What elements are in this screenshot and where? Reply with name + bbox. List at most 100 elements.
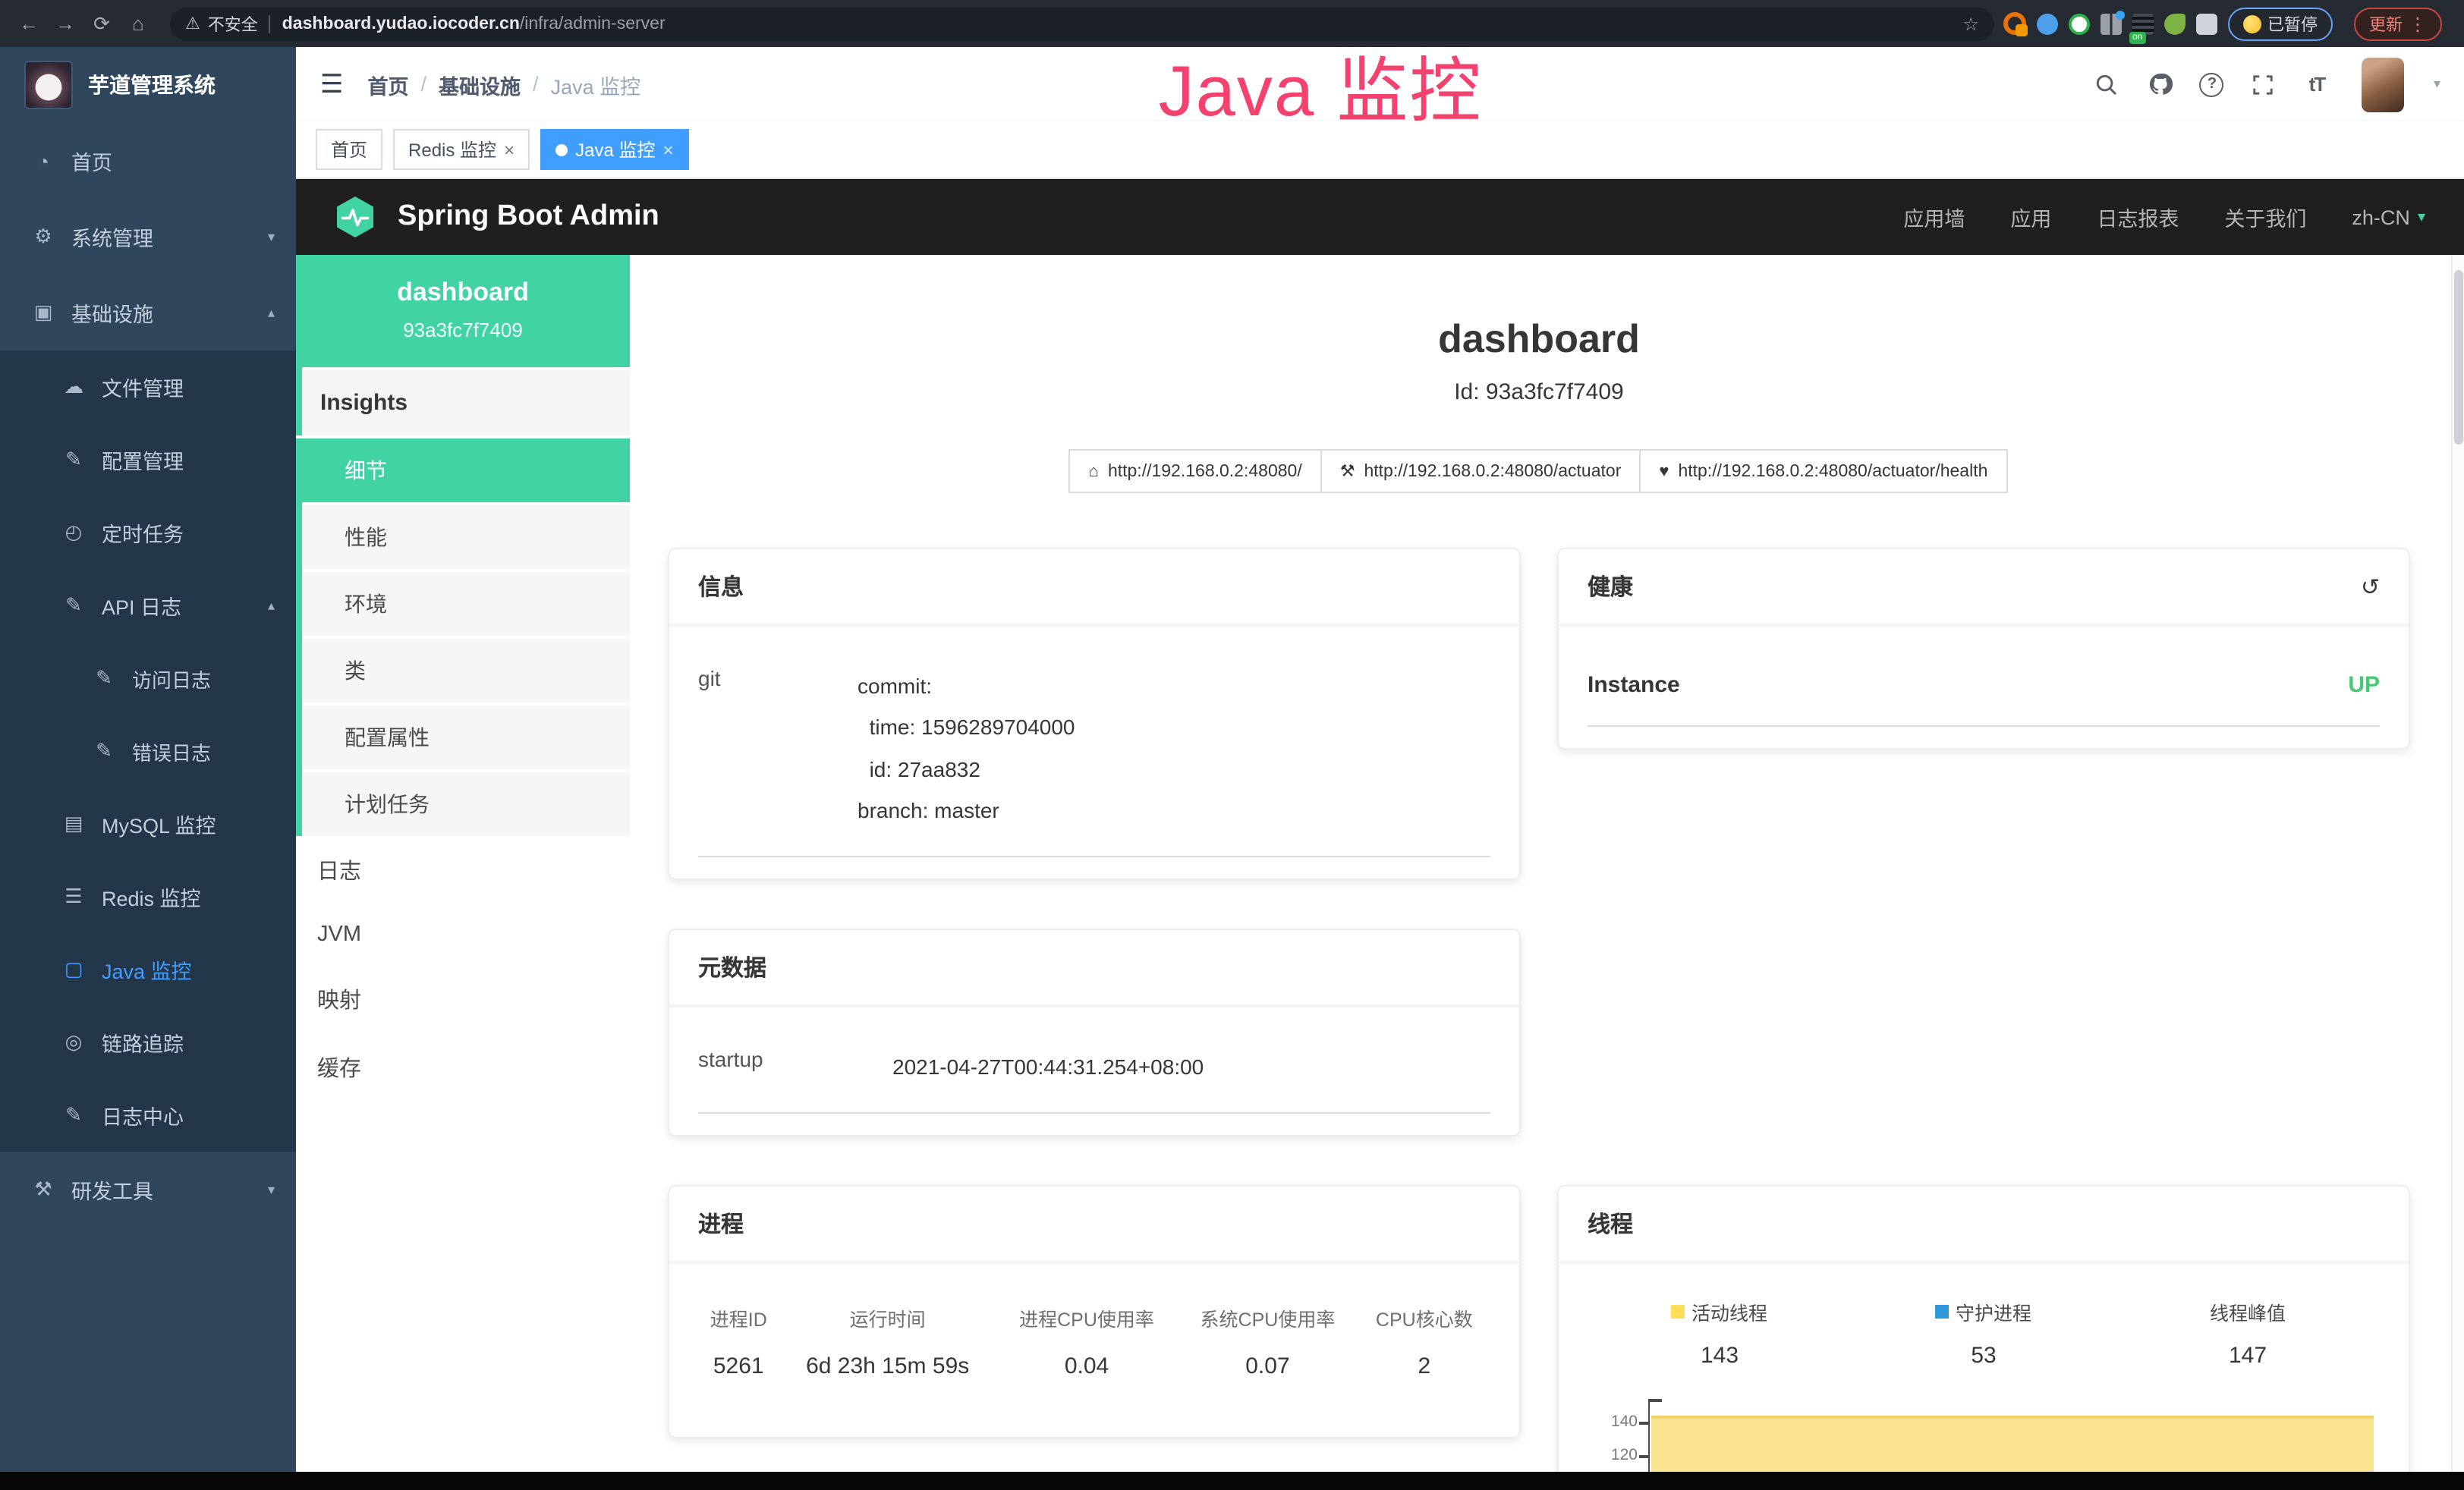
sidebar-item-日志[interactable]: 日志: [296, 836, 630, 904]
insight-item-配置属性[interactable]: 配置属性: [302, 703, 630, 769]
locale-selector[interactable]: zh-CN▾: [2352, 206, 2425, 228]
extension-grid-icon[interactable]: [2101, 13, 2122, 34]
sidebar-item-链路追踪[interactable]: ◎链路追踪: [0, 1006, 296, 1079]
tab-close-icon[interactable]: ×: [662, 139, 673, 160]
page-id: Id: 93a3fc7f7409: [668, 379, 2410, 405]
instance-sidebar: dashboard 93a3fc7f7409 Insights 细节性能环境类配…: [296, 255, 630, 1472]
process-col-header: CPU核心数: [1358, 1295, 1490, 1351]
process-col-header: 进程ID: [698, 1295, 779, 1351]
sba-nav-日志报表[interactable]: 日志报表: [2097, 202, 2179, 232]
sidebar-item-定时任务[interactable]: ◴定时任务: [0, 496, 296, 569]
tools-icon: ⚒: [32, 1177, 55, 1202]
url-path: /infra/admin-server: [520, 14, 666, 33]
sidebar-item-访问日志[interactable]: ✎访问日志: [0, 642, 296, 715]
sidebar-item-错误日志[interactable]: ✎错误日志: [0, 715, 296, 787]
scrollbar-thumb[interactable]: [2454, 270, 2463, 445]
breadcrumb-item-基础设施[interactable]: 基础设施: [439, 69, 521, 99]
health-icon: ♥: [1659, 462, 1669, 480]
dashboard-icon: ◔: [32, 149, 55, 172]
insight-item-性能[interactable]: 性能: [302, 502, 630, 569]
endpoint-link[interactable]: ⌂http://192.168.0.2:48080/: [1069, 449, 1322, 493]
chevron-down-icon: ▾: [268, 1181, 275, 1198]
health-card: 健康 ↺ Instance UP: [1557, 548, 2410, 750]
insight-item-计划任务[interactable]: 计划任务: [302, 769, 630, 836]
font-size-icon[interactable]: tT: [2303, 71, 2330, 98]
extension-pin-icon[interactable]: [2037, 13, 2058, 34]
breadcrumb-item-首页[interactable]: 首页: [368, 69, 409, 99]
extension-orange-icon[interactable]: [2003, 12, 2026, 35]
chevron-up-icon: ▴: [268, 597, 275, 614]
forward-icon[interactable]: →: [49, 7, 82, 40]
sidebar-toggle-icon[interactable]: ☰: [320, 69, 344, 99]
sidebar-item-Java 监控[interactable]: ▢Java 监控: [0, 933, 296, 1006]
extensions-row: on 已暂停 更新 ⋮: [2003, 7, 2464, 40]
screen: ←→⟳⌂ ⚠ 不安全 dashboard.yudao.iocoder.cn /i…: [0, 0, 2464, 1490]
instance-header[interactable]: dashboard 93a3fc7f7409: [296, 255, 630, 367]
brand-row[interactable]: 芋道管理系统: [0, 47, 296, 123]
tab-close-icon[interactable]: ×: [504, 139, 515, 160]
sidebar-item-系统管理[interactable]: ⚙系统管理▾: [0, 199, 296, 275]
sidebar-item-首页[interactable]: ◔ 首页: [0, 123, 296, 199]
scrollbar[interactable]: [2451, 255, 2464, 1472]
address-divider: [269, 14, 270, 33]
sidebar-item-基础设施[interactable]: ▣基础设施▴: [0, 275, 296, 350]
back-icon[interactable]: ←: [12, 7, 46, 40]
sidebar-item-文件管理[interactable]: ☁文件管理: [0, 350, 296, 423]
instance-content: dashboard Id: 93a3fc7f7409 ⌂http://192.1…: [630, 255, 2464, 1472]
reload-icon[interactable]: ⟳: [85, 7, 118, 40]
legend-守护进程: 守护进程53: [1852, 1298, 2116, 1369]
endpoint-link[interactable]: ⚒http://192.168.0.2:48080/actuator: [1320, 449, 1641, 493]
extension-leaf-icon[interactable]: [2164, 13, 2186, 34]
health-history-icon[interactable]: ↺: [2361, 573, 2380, 600]
tab-Redis 监控[interactable]: Redis 监控×: [393, 129, 530, 170]
endpoint-link[interactable]: ♥http://192.168.0.2:48080/actuator/healt…: [1639, 449, 2007, 493]
endpoint-url: http://192.168.0.2:48080/: [1108, 462, 1302, 480]
info-card: 信息 git commit: time: 1596289704000 id: 2…: [668, 548, 1521, 880]
log-icon: ✎: [62, 593, 85, 618]
profile-paused-pill[interactable]: 已暂停: [2228, 7, 2333, 40]
breadcrumb-item-Java 监控[interactable]: Java 监控: [551, 69, 641, 99]
insight-item-细节[interactable]: 细节: [296, 435, 630, 502]
insight-item-类[interactable]: 类: [302, 636, 630, 703]
info-row-value: commit: time: 1596289704000 id: 27aa832 …: [858, 666, 1075, 831]
sba-nav-关于我们[interactable]: 关于我们: [2224, 202, 2306, 232]
legend-label: 活动线程: [1588, 1298, 1852, 1327]
bookmark-star-icon[interactable]: ☆: [1962, 13, 1979, 34]
sba-nav-应用[interactable]: 应用: [2010, 202, 2051, 232]
help-icon[interactable]: ?: [2200, 72, 2224, 96]
browser-menu-icon[interactable]: ⋮: [2409, 13, 2427, 34]
tab-label: Java 监控: [575, 137, 655, 162]
extension-green-icon[interactable]: [2069, 13, 2090, 34]
sidebar-item-label: Redis 监控: [102, 882, 201, 912]
sidebar-item-label: Java 监控: [102, 954, 192, 985]
user-menu-caret-icon[interactable]: ▾: [2434, 76, 2440, 93]
tab-首页[interactable]: 首页: [316, 129, 382, 170]
sidebar-item-API 日志[interactable]: ✎API 日志▴: [0, 569, 296, 642]
extensions-puzzle-icon[interactable]: [2196, 13, 2217, 34]
sidebar-item-映射[interactable]: 映射: [296, 965, 630, 1033]
tab-Java 监控[interactable]: Java 监控 ×: [540, 129, 688, 170]
sidebar-item-JVM[interactable]: JVM: [296, 904, 630, 965]
gear-icon: ⚙: [32, 225, 55, 249]
database-icon: ▤: [62, 812, 85, 836]
y-tick-label: 120: [1611, 1447, 1638, 1465]
sidebar-item-研发工具[interactable]: ⚒ 研发工具 ▾: [0, 1152, 296, 1228]
user-avatar[interactable]: [2362, 57, 2405, 112]
github-icon[interactable]: [2147, 71, 2174, 98]
sidebar-item-缓存[interactable]: 缓存: [296, 1033, 630, 1102]
sidebar-item-配置管理[interactable]: ✎配置管理: [0, 423, 296, 496]
fullscreen-icon[interactable]: [2250, 71, 2277, 98]
extension-switch-icon[interactable]: on: [2132, 13, 2154, 34]
sidebar-item-日志中心[interactable]: ✎日志中心: [0, 1079, 296, 1152]
sidebar-item-MySQL 监控[interactable]: ▤MySQL 监控: [0, 787, 296, 860]
home-icon[interactable]: ⌂: [121, 7, 155, 40]
sidebar-item-Redis 监控[interactable]: ☰Redis 监控: [0, 860, 296, 933]
insight-item-环境[interactable]: 环境: [302, 569, 630, 636]
active-tab-dot: [555, 143, 568, 156]
sidebar-item-label: 首页: [71, 146, 112, 176]
sba-nav-应用墙[interactable]: 应用墙: [1903, 202, 1965, 232]
sidebar-item-label: 研发工具: [71, 1174, 153, 1205]
address-bar[interactable]: ⚠ 不安全 dashboard.yudao.iocoder.cn /infra/…: [170, 7, 1994, 40]
search-icon[interactable]: [2094, 71, 2121, 98]
update-button[interactable]: 更新 ⋮: [2354, 7, 2442, 40]
